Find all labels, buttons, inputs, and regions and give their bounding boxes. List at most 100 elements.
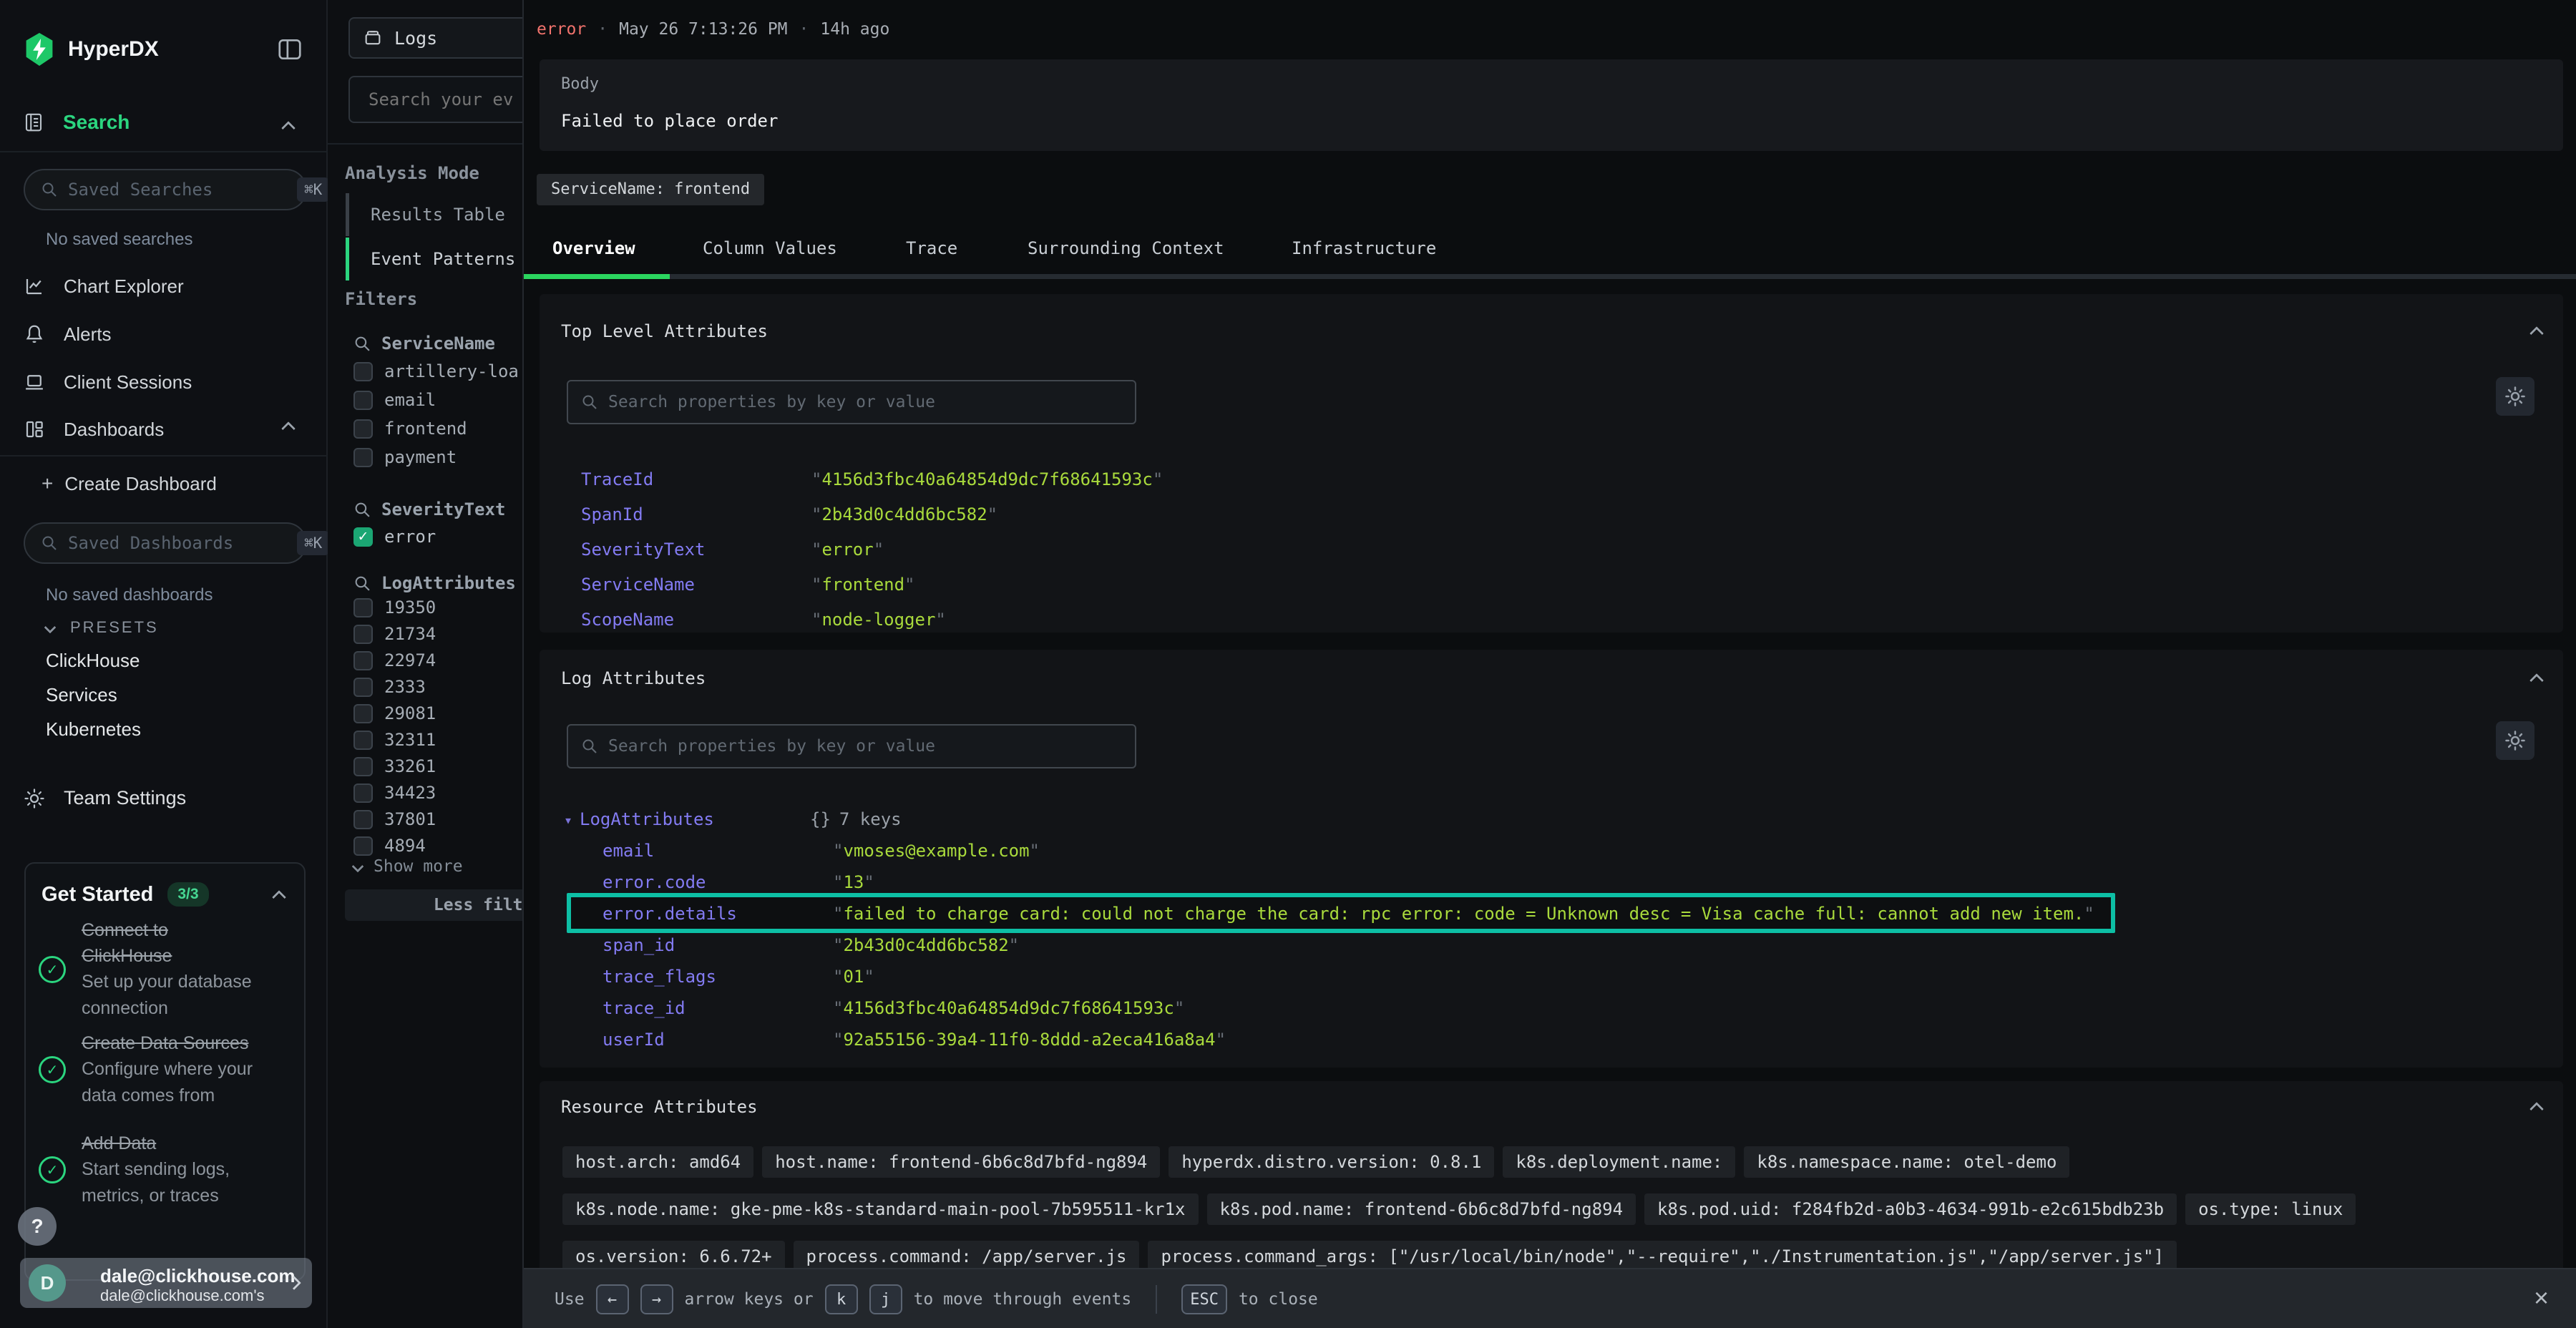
filter-option[interactable]: 21734 (353, 620, 436, 648)
presets-toggle[interactable]: PRESETS (46, 618, 159, 637)
resource-tag[interactable]: k8s.pod.name: frontend-6b6c8d7bfd-ng894 (1207, 1193, 1636, 1225)
filter-group-logattributes[interactable]: LogAttributes (353, 570, 516, 596)
tab-surrounding-context[interactable]: Surrounding Context (1028, 238, 1224, 258)
attribute-row[interactable]: email"vmoses@example.com" (602, 835, 1040, 866)
attribute-row[interactable]: TraceId"4156d3fbc40a64854d9dc7f68641593c… (581, 464, 1163, 495)
service-tag[interactable]: ServiceName: frontend (537, 174, 764, 205)
attribute-row[interactable]: trace_id"4156d3fbc40a64854d9dc7f68641593… (602, 992, 1184, 1024)
resource-tag[interactable]: os.type: linux (2185, 1193, 2356, 1225)
resource-tag[interactable]: host.name: frontend-6b6c8d7bfd-ng894 (762, 1146, 1160, 1178)
attribute-row[interactable]: SeverityText"error" (581, 534, 884, 565)
saved-searches-field[interactable] (68, 180, 287, 200)
k-key[interactable]: k (825, 1284, 858, 1314)
arrow-right-key[interactable]: → (640, 1284, 673, 1314)
filter-option[interactable]: 22974 (353, 646, 436, 675)
sidebar-item-chart-explorer[interactable]: Chart Explorer (24, 270, 184, 302)
checkbox-unchecked[interactable] (353, 625, 373, 644)
checkbox-unchecked[interactable] (353, 836, 373, 856)
attribute-row[interactable]: span_id"2b43d0c4dd6bc582" (602, 929, 1019, 961)
saved-dashboards-input[interactable]: ⌘K (24, 522, 307, 564)
checkbox-unchecked[interactable] (353, 419, 373, 439)
filter-option[interactable]: email (353, 386, 436, 414)
properties-search[interactable] (567, 724, 1136, 768)
filter-option[interactable]: 29081 (353, 699, 436, 728)
checkbox-unchecked[interactable] (353, 704, 373, 723)
esc-key[interactable]: ESC (1181, 1284, 1227, 1314)
resource-tag[interactable]: k8s.deployment.name: (1503, 1146, 1735, 1178)
properties-search[interactable] (567, 380, 1136, 424)
resource-tag[interactable]: k8s.pod.uid: f284fb2d-a0b3-4634-991b-e2c… (1644, 1193, 2177, 1225)
sidebar-item-client-sessions[interactable]: Client Sessions (24, 366, 192, 398)
filter-option[interactable]: 33261 (353, 752, 436, 781)
chevron-up-icon[interactable] (281, 121, 296, 135)
less-filters-button[interactable]: Less filters (345, 889, 522, 921)
arrow-left-key[interactable]: ← (596, 1284, 629, 1314)
saved-searches-input[interactable]: ⌘K (24, 169, 307, 210)
filter-option[interactable]: 32311 (353, 726, 436, 754)
checkbox-checked[interactable]: ✓ (353, 527, 373, 547)
filter-option[interactable]: artillery-loa (353, 357, 519, 386)
collapse-section-icon[interactable] (2529, 673, 2544, 688)
resource-tag[interactable]: k8s.node.name: gke-pme-k8s-standard-main… (562, 1193, 1199, 1225)
filter-group-servicename[interactable]: ServiceName (353, 331, 495, 356)
resource-tag[interactable]: host.arch: amd64 (562, 1146, 753, 1178)
chevron-up-icon[interactable] (281, 421, 296, 436)
attribute-row[interactable]: userId"92a55156-39a4-11f0-8ddd-a2eca416a… (602, 1024, 1226, 1055)
checkbox-unchecked[interactable] (353, 362, 373, 381)
j-key[interactable]: j (869, 1284, 902, 1314)
collapse-section-icon[interactable] (2529, 326, 2544, 341)
checkbox-unchecked[interactable] (353, 598, 373, 617)
mode-event-patterns[interactable]: Event Patterns (346, 238, 515, 280)
event-search-field[interactable] (369, 89, 522, 109)
logo[interactable]: HyperDX (24, 33, 159, 66)
user-account-chip[interactable]: D dale@clickhouse.com dale@clickhouse.co… (20, 1258, 312, 1308)
get-started-item[interactable]: ✓ Create Data Sources Configure where yo… (39, 1030, 300, 1109)
collapse-section-icon[interactable] (2529, 1102, 2544, 1116)
sidebar-item-dashboards[interactable]: Dashboards (24, 414, 164, 445)
checkbox-unchecked[interactable] (353, 678, 373, 697)
filter-option[interactable]: 37801 (353, 805, 436, 834)
filter-option[interactable]: payment (353, 443, 457, 472)
filter-option[interactable]: 34423 (353, 778, 436, 807)
attribute-row[interactable]: trace_flags"01" (602, 961, 874, 992)
properties-search-field[interactable] (608, 393, 1122, 411)
team-settings-link[interactable]: Team Settings (24, 787, 186, 809)
checkbox-unchecked[interactable] (353, 651, 373, 670)
sidebar-section-search[interactable]: Search (23, 111, 130, 134)
filter-option[interactable]: 2333 (353, 673, 426, 701)
preset-kubernetes[interactable]: Kubernetes (46, 718, 141, 741)
collapse-sidebar-icon[interactable] (276, 36, 303, 63)
checkbox-unchecked[interactable] (353, 757, 373, 776)
close-icon[interactable]: × (2534, 1282, 2549, 1314)
checkbox-unchecked[interactable] (353, 731, 373, 750)
attribute-row-highlighted[interactable]: error.details"failed to charge card: cou… (602, 898, 2094, 929)
checkbox-unchecked[interactable] (353, 391, 373, 410)
source-selector-button[interactable]: Logs (348, 17, 522, 59)
checkbox-unchecked[interactable] (353, 810, 373, 829)
show-more-toggle[interactable]: Show more (353, 857, 463, 876)
attribute-row[interactable]: error.code"13" (602, 866, 874, 898)
saved-dashboards-field[interactable] (68, 533, 287, 553)
attribute-row[interactable]: ServiceName"frontend" (581, 569, 915, 600)
resource-tag[interactable]: k8s.namespace.name: otel-demo (1744, 1146, 2069, 1178)
get-started-item[interactable]: ✓ Connect to ClickHouse Set up your data… (39, 917, 286, 1022)
filter-option[interactable]: frontend (353, 414, 467, 443)
checkbox-unchecked[interactable] (353, 783, 373, 803)
preset-clickhouse[interactable]: ClickHouse (46, 650, 140, 672)
properties-search-field[interactable] (608, 737, 1122, 756)
settings-button[interactable] (2496, 721, 2534, 760)
tab-column-values[interactable]: Column Values (703, 238, 837, 258)
checkbox-unchecked[interactable] (353, 448, 373, 467)
chevron-up-icon[interactable] (272, 890, 286, 904)
settings-button[interactable] (2496, 377, 2534, 416)
filter-group-severitytext[interactable]: SeverityText (353, 497, 505, 522)
attribute-row[interactable]: SpanId"2b43d0c4dd6bc582" (581, 499, 997, 530)
filter-option[interactable]: 4894 (353, 831, 426, 860)
tab-trace[interactable]: Trace (906, 238, 957, 258)
sidebar-item-alerts[interactable]: Alerts (24, 318, 111, 350)
filter-option[interactable]: 19350 (353, 593, 436, 622)
event-search-input[interactable] (348, 76, 522, 123)
preset-services[interactable]: Services (46, 684, 117, 706)
resource-tag[interactable]: hyperdx.distro.version: 0.8.1 (1169, 1146, 1494, 1178)
attribute-row[interactable]: ScopeName"node-logger" (581, 604, 946, 635)
